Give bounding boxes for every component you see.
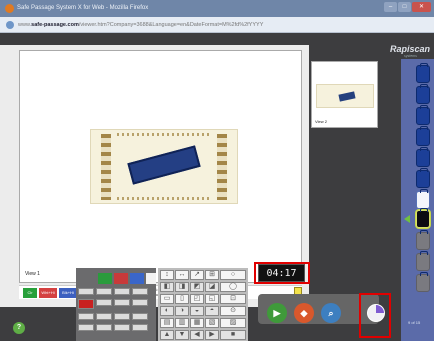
mode-key[interactable] xyxy=(132,313,148,320)
tool-button[interactable]: ◰ xyxy=(190,294,204,304)
tool-button[interactable]: ▲ xyxy=(160,330,174,340)
color-swatch-white[interactable] xyxy=(146,273,156,284)
tool-button[interactable]: ▼ xyxy=(175,330,189,340)
bag-frame-right xyxy=(217,134,227,200)
queue-bag-icon[interactable] xyxy=(416,147,430,167)
queue-bag-icon[interactable] xyxy=(416,105,430,125)
bag-queue-rail xyxy=(401,59,434,341)
address-bar[interactable]: www.safe-passage.com/viewer.htm?Company=… xyxy=(0,17,434,33)
mode-key[interactable] xyxy=(78,288,94,295)
address-path: /viewer.htm?Company=3688&Language=en&Dat… xyxy=(78,22,264,28)
queue-bag-icon[interactable] xyxy=(416,251,430,271)
current-bag-arrow-icon xyxy=(404,215,410,223)
tool-button[interactable]: ◩ xyxy=(190,282,204,292)
tool-button[interactable]: ↗ xyxy=(190,270,204,280)
mode-key-active[interactable] xyxy=(78,299,94,309)
queue-bag-icon[interactable] xyxy=(416,230,430,250)
xray-bag-image xyxy=(90,129,238,204)
queue-bag-icon[interactable] xyxy=(416,189,430,209)
tool-button[interactable]: ▶ xyxy=(205,330,219,340)
tool-button[interactable]: ▥ xyxy=(175,318,189,328)
white-highlight-button[interactable]: Wht+Hi xyxy=(39,288,57,298)
mode-key[interactable] xyxy=(96,324,112,331)
search-zoom-icon[interactable]: ⌕ xyxy=(321,303,341,323)
tool-button[interactable]: ▧ xyxy=(205,318,219,328)
tool-button[interactable]: ■ xyxy=(220,330,246,340)
tool-button[interactable]: ◑ xyxy=(175,306,189,316)
tool-button[interactable]: ◪ xyxy=(205,282,219,292)
firefox-icon xyxy=(5,4,14,13)
queue-bag-icon[interactable] xyxy=(416,168,430,188)
queue-bag-icon[interactable] xyxy=(416,272,430,292)
window-title: Safe Passage System X for Web - Mozilla … xyxy=(17,5,149,11)
suspect-bag-icon[interactable]: ◆ xyxy=(294,303,314,323)
color-swatch-red[interactable] xyxy=(114,273,128,284)
tool-button[interactable]: ▦ xyxy=(190,318,204,328)
queue-bag-icon[interactable] xyxy=(416,63,430,83)
threat-object xyxy=(127,145,201,185)
mode-key[interactable] xyxy=(96,288,112,295)
mode-key[interactable] xyxy=(78,313,94,320)
current-bag-icon[interactable] xyxy=(416,208,430,228)
tool-button[interactable]: ◐ xyxy=(160,306,174,316)
view-label: View 1 xyxy=(25,271,40,277)
address-host: safe-passage.com xyxy=(31,22,79,28)
mode-key[interactable] xyxy=(96,299,112,306)
queue-bag-icon[interactable] xyxy=(416,84,430,104)
thumbnail-bag xyxy=(316,84,374,108)
tool-button[interactable]: ▤ xyxy=(160,318,174,328)
tool-button[interactable]: ↔ xyxy=(175,270,189,280)
mode-key[interactable] xyxy=(114,288,130,295)
tool-button[interactable]: ⊞ xyxy=(205,270,219,280)
mode-key[interactable] xyxy=(96,313,112,320)
tool-button[interactable]: ◯ xyxy=(220,282,246,292)
color-swatch-blue[interactable] xyxy=(130,273,144,284)
tool-button[interactable]: ↕ xyxy=(160,270,174,280)
brand-subtitle: systems xyxy=(404,54,417,58)
black-highlight-button[interactable]: Blk+Hi xyxy=(59,288,77,298)
tool-button[interactable]: ◒ xyxy=(190,306,204,316)
mode-key[interactable] xyxy=(114,313,130,320)
timer-highlight-box xyxy=(254,262,310,284)
thumbnail-label: View 2 xyxy=(315,119,327,124)
tool-button[interactable]: ▯ xyxy=(175,294,189,304)
pie-highlight-box xyxy=(359,293,391,338)
mode-key[interactable] xyxy=(114,299,130,306)
tool-button[interactable]: ▨ xyxy=(220,318,246,328)
thumbnail-object xyxy=(338,91,356,102)
tool-button[interactable]: ◧ xyxy=(160,282,174,292)
color-mode-panel xyxy=(76,268,156,341)
maximize-button[interactable]: □ xyxy=(398,2,411,12)
tool-button[interactable]: ◨ xyxy=(175,282,189,292)
thumbnail-view-2[interactable]: View 2 xyxy=(311,61,378,128)
xray-image-viewer[interactable] xyxy=(19,50,302,283)
browser-titlebar: Safe Passage System X for Web - Mozilla … xyxy=(0,0,434,17)
tool-button[interactable]: ◀ xyxy=(190,330,204,340)
color-swatch-green[interactable] xyxy=(98,273,112,284)
clear-bag-icon[interactable]: ▶ xyxy=(267,303,287,323)
tool-button[interactable]: ⊡ xyxy=(220,294,246,304)
mode-key[interactable] xyxy=(132,299,148,306)
queue-bag-icon[interactable] xyxy=(416,126,430,146)
clear-button[interactable]: Clr xyxy=(23,288,37,298)
page-count: 9 of 15 xyxy=(408,320,421,325)
mode-key[interactable] xyxy=(78,324,94,331)
help-icon[interactable]: ? xyxy=(13,322,25,334)
brand-logo: Rapiscan xyxy=(390,44,431,54)
tool-button[interactable]: ⊙ xyxy=(220,306,246,316)
tool-button[interactable]: ◱ xyxy=(205,294,219,304)
mode-key[interactable] xyxy=(114,324,130,331)
site-icon xyxy=(6,21,14,29)
tool-button[interactable]: ◓ xyxy=(205,306,219,316)
mode-key[interactable] xyxy=(132,288,148,295)
tool-button[interactable]: ▭ xyxy=(160,294,174,304)
close-button[interactable]: ✕ xyxy=(412,2,431,12)
mode-key[interactable] xyxy=(132,324,148,331)
minimize-button[interactable]: – xyxy=(384,2,397,12)
bag-zipper-bottom xyxy=(117,197,211,200)
tool-button[interactable]: ○ xyxy=(220,270,246,280)
image-tools-grid: ↕ ↔ ↗ ⊞ ○ ◧ ◨ ◩ ◪ ◯ ▭ ▯ ◰ ◱ ⊡ ◐ ◑ ◒ ◓ ⊙ … xyxy=(158,268,248,341)
bag-frame-left xyxy=(101,134,111,200)
bag-zipper-top xyxy=(117,133,211,136)
